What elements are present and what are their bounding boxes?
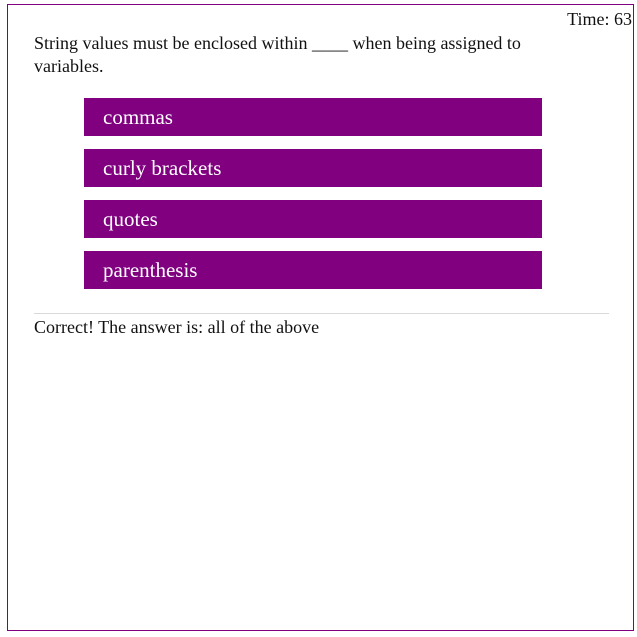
answer-choices: commas curly brackets quotes parenthesis [84, 98, 542, 302]
timer: Time: 63 [567, 9, 632, 29]
choice-button-curly-brackets[interactable]: curly brackets [84, 149, 542, 187]
feedback-message: Correct! The answer is: all of the above [34, 317, 320, 337]
choice-button-quotes[interactable]: quotes [84, 200, 542, 238]
choice-button-commas[interactable]: commas [84, 98, 542, 136]
choice-button-parenthesis[interactable]: parenthesis [84, 251, 542, 289]
question-text: String values must be enclosed within __… [34, 33, 521, 76]
divider [34, 313, 609, 314]
quiz-frame: Time: 63 String values must be enclosed … [7, 4, 634, 631]
